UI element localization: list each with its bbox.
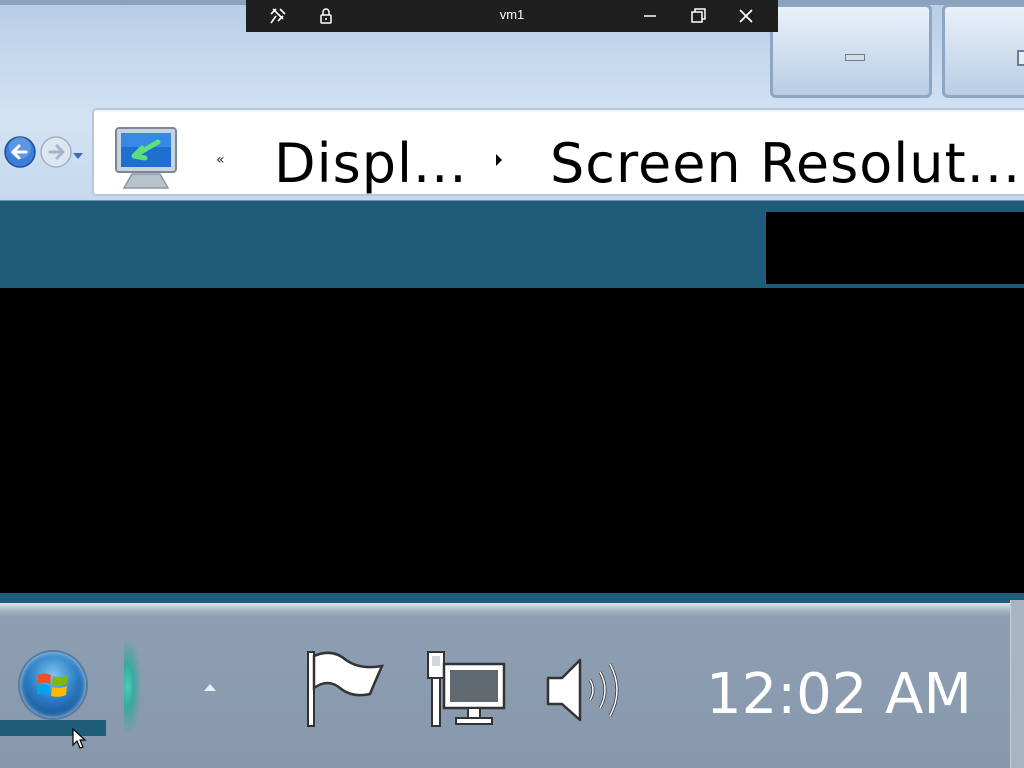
navigation-buttons [0,134,92,170]
taskbar-clock[interactable]: 12:02 AM [706,662,972,727]
volume-icon[interactable] [544,648,628,732]
window-minimize-button[interactable] [770,4,932,98]
breadcrumb-display[interactable]: Displ... [274,132,468,195]
address-bar[interactable]: « Displ... Screen Resolut... [92,108,1024,196]
breadcrumb-screen-resolution[interactable]: Screen Resolut... [550,132,1021,195]
content-region [766,212,1024,284]
back-arrow-icon[interactable] [4,136,36,168]
taskbar-separator [124,636,142,736]
display-control-panel-icon [112,122,184,194]
minimize-icon[interactable] [640,6,660,26]
content-footer-band [0,593,1024,603]
show-hidden-icons-arrow-icon[interactable] [204,684,216,691]
maximize-icon [1017,50,1024,66]
start-button[interactable] [20,652,86,718]
remote-desktop-connection-bar: vm1 [246,0,778,32]
window-maximize-button[interactable] [942,4,1024,98]
forward-arrow-icon[interactable] [40,136,72,168]
minimize-icon [845,54,865,61]
start-focus-highlight [0,720,106,736]
windows-start-orb-icon [35,667,71,703]
mouse-cursor-icon [72,727,88,750]
action-center-flag-icon[interactable] [302,648,386,732]
breadcrumb-overflow-chevron[interactable]: « [216,152,225,168]
history-dropdown-icon[interactable] [72,146,84,159]
close-icon[interactable] [736,6,756,26]
scrollbar[interactable] [1010,600,1024,768]
breadcrumb-separator-arrow-icon[interactable] [496,154,502,166]
restore-icon[interactable] [688,6,708,26]
network-icon[interactable] [424,648,508,732]
